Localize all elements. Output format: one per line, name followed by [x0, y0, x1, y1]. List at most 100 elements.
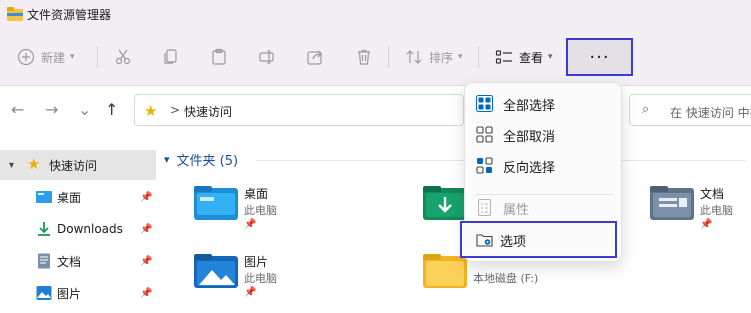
- share-icon: [307, 50, 322, 65]
- search-icon: ⌕: [642, 102, 650, 117]
- plus-circle-icon: [17, 48, 35, 66]
- address-bar[interactable]: ★ > 快速访问: [134, 94, 464, 126]
- menu-item-label: 反向选择: [503, 161, 556, 176]
- pin-icon: 📌: [140, 287, 153, 299]
- menu-item-label: 属性: [503, 203, 530, 218]
- cut-button[interactable]: [114, 44, 132, 70]
- download-folder-icon: [423, 186, 467, 220]
- menu-item-select-all[interactable]: 全部选择: [465, 88, 623, 118]
- sidebar-item-quick-access[interactable]: ▾ ★ 快速访问: [0, 150, 156, 180]
- picture-icon: [36, 286, 52, 300]
- folder-name: 文档: [700, 187, 725, 201]
- window-title: 文件资源管理器: [27, 8, 112, 22]
- toolbar-divider: [388, 46, 389, 68]
- see-more-menu: 全部选择 全部取消 反向选择 属性 选项: [460, 82, 623, 262]
- collapse-chevron-icon: ▾: [164, 153, 170, 166]
- chevron-down-icon: ▾: [70, 52, 75, 62]
- pin-icon: 📌: [700, 219, 713, 230]
- breadcrumb-separator: >: [170, 103, 181, 117]
- toolbar-divider: [478, 46, 479, 68]
- menu-item-label: 选项: [500, 235, 527, 250]
- document-folder-icon: [650, 186, 694, 220]
- folder-location: 此电脑: [244, 204, 277, 217]
- folder-tile-documents[interactable]: 文档 此电脑 📌: [650, 184, 751, 242]
- folder-tile-desktop[interactable]: 桌面 此电脑 📌: [194, 184, 394, 242]
- navigation-pane: ▾ ★ 快速访问 桌面 📌 Downloads 📌 文档 📌 图片 📌: [0, 148, 156, 313]
- folder-location: 本地磁盘 (F:): [473, 272, 539, 285]
- see-more-button[interactable]: ···: [566, 38, 633, 76]
- delete-button[interactable]: [355, 44, 373, 70]
- clipboard-icon: [212, 48, 226, 65]
- title-bar: 文件资源管理器: [0, 0, 751, 28]
- invert-selection-icon: [476, 157, 493, 174]
- sidebar-item-documents[interactable]: 文档 📌: [0, 246, 156, 276]
- folder-location: 此电脑: [244, 272, 277, 285]
- more-dots-icon: ···: [589, 46, 610, 68]
- new-button-label: 新建: [41, 50, 66, 65]
- desktop-icon: [36, 191, 52, 203]
- folder-tile-pictures[interactable]: 图片 此电脑 📌: [194, 252, 394, 310]
- sidebar-item-desktop[interactable]: 桌面 📌: [0, 182, 156, 212]
- chevron-down-icon: ▾: [548, 52, 553, 62]
- section-title: 文件夹 (5): [176, 154, 239, 169]
- section-header-folders[interactable]: ▾ 文件夹 (5): [164, 150, 238, 169]
- search-placeholder: 在 快速访问 中搜: [670, 106, 751, 120]
- forward-arrow-icon[interactable]: →: [45, 100, 58, 119]
- menu-item-options[interactable]: 选项: [460, 221, 617, 258]
- download-icon: [38, 222, 50, 236]
- back-arrow-icon[interactable]: ←: [11, 100, 24, 119]
- folder-name: 桌面: [244, 187, 269, 201]
- pin-icon: 📌: [244, 219, 257, 230]
- star-icon: ★: [144, 102, 158, 120]
- rename-button[interactable]: [258, 44, 276, 70]
- sidebar-item-label: 桌面: [57, 190, 82, 205]
- paste-button[interactable]: [210, 44, 228, 70]
- expand-chevron-icon[interactable]: ▾: [9, 160, 14, 171]
- menu-item-select-none[interactable]: 全部取消: [465, 119, 623, 149]
- share-button[interactable]: [306, 44, 324, 70]
- scissors-icon: [115, 49, 131, 65]
- sidebar-item-label: 快速访问: [49, 158, 98, 173]
- file-list-area: ▾ 文件夹 (5) 桌面 此电脑 📌 文档 此电脑 📌 图片 此电脑 📌 本地磁…: [160, 140, 751, 313]
- menu-item-label: 全部取消: [503, 130, 556, 145]
- sidebar-item-label: 图片: [57, 286, 82, 301]
- folder-location: 此电脑: [700, 204, 733, 217]
- sidebar-item-label: 文档: [57, 254, 82, 269]
- copy-button[interactable]: [162, 44, 180, 70]
- view-list-icon: [495, 50, 512, 64]
- properties-icon: [477, 199, 492, 216]
- select-all-icon: [476, 95, 493, 112]
- rename-icon: [259, 50, 274, 64]
- recent-chevron-icon[interactable]: ⌄: [78, 100, 91, 119]
- view-button[interactable]: 查看 ▾: [495, 44, 553, 70]
- pin-icon: 📌: [140, 255, 153, 267]
- menu-item-label: 全部选择: [503, 99, 556, 114]
- desktop-folder-icon: [194, 186, 238, 220]
- breadcrumb-quick-access[interactable]: 快速访问: [184, 103, 232, 120]
- view-button-label: 查看: [519, 50, 544, 65]
- sort-button-label: 排序: [429, 50, 454, 65]
- menu-item-properties[interactable]: 属性: [465, 192, 623, 222]
- toolbar-divider: [97, 46, 98, 68]
- select-none-icon: [476, 126, 493, 143]
- pin-icon: 📌: [244, 287, 257, 298]
- search-box[interactable]: ⌕ 在 快速访问 中搜: [629, 94, 751, 126]
- sidebar-item-downloads[interactable]: Downloads 📌: [0, 214, 156, 244]
- sidebar-item-pictures[interactable]: 图片 📌: [0, 278, 156, 308]
- file-explorer-icon: [7, 7, 23, 21]
- options-icon: [476, 234, 493, 247]
- up-arrow-icon[interactable]: ↑: [105, 100, 118, 119]
- menu-item-invert-selection[interactable]: 反向选择: [465, 150, 623, 180]
- sidebar-item-label: Downloads: [57, 222, 123, 236]
- new-button[interactable]: 新建 ▾: [17, 44, 75, 70]
- picture-folder-icon: [194, 254, 238, 288]
- pin-icon: 📌: [140, 223, 153, 235]
- copy-icon: [164, 49, 177, 64]
- pin-icon: 📌: [140, 191, 153, 203]
- sort-button[interactable]: 排序 ▾: [405, 44, 463, 70]
- star-icon: ★: [27, 155, 41, 173]
- folder-name: 图片: [244, 255, 269, 269]
- sort-arrows-icon: [406, 50, 422, 64]
- chevron-down-icon: ▾: [458, 52, 463, 62]
- document-icon: [38, 253, 50, 269]
